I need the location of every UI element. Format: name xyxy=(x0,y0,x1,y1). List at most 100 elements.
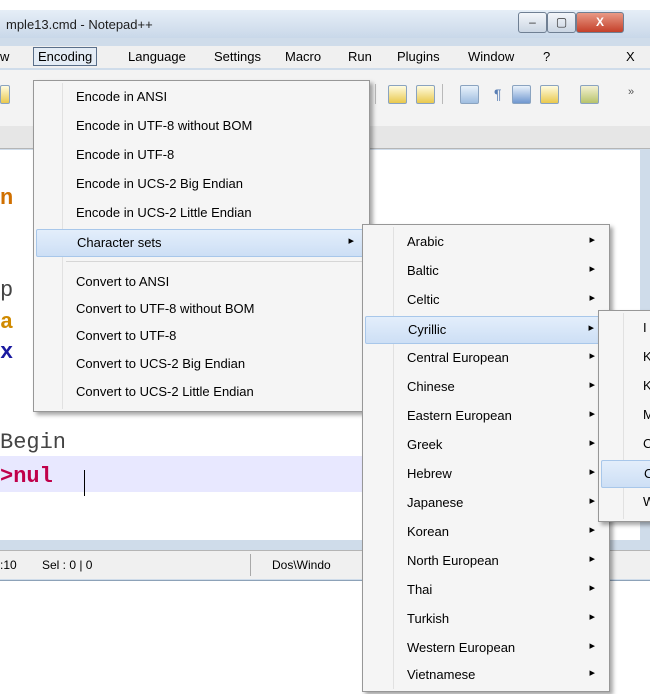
submenu-arrow-icon: ▸ xyxy=(589,437,595,449)
menu-item-charset[interactable]: Greek ▸ xyxy=(365,432,607,458)
menu-item-label: Eastern European xyxy=(407,408,512,423)
menu-item-charset[interactable]: North European ▸ xyxy=(365,548,607,574)
toolbar-separator xyxy=(442,84,443,104)
menu-separator xyxy=(66,261,365,262)
menu-item-encode-utf8[interactable]: Encode in UTF-8 xyxy=(36,142,367,168)
menu-item-encode-ucs2-le[interactable]: Encode in UCS-2 Little Endian xyxy=(36,200,367,226)
menu-item-charset[interactable]: Baltic ▸ xyxy=(365,258,607,284)
menu-item-charset[interactable]: Korean ▸ xyxy=(365,519,607,545)
status-position: :10 xyxy=(0,558,17,572)
menu-item-label: W xyxy=(643,494,650,509)
submenu-arrow-icon: ▸ xyxy=(589,495,595,507)
menu-item-charset[interactable]: Eastern European ▸ xyxy=(365,403,607,429)
menu-item-cyrillic-encoding[interactable]: W xyxy=(601,489,650,515)
menu-item-encode-ucs2-be[interactable]: Encode in UCS-2 Big Endian xyxy=(36,171,367,197)
character-sets-menu: Arabic ▸ Baltic ▸ Celtic ▸ Cyrillic ▸ Centra… xyxy=(362,224,610,692)
close-button[interactable]: X xyxy=(576,12,624,33)
menu-item-encode-utf8-no-bom[interactable]: Encode in UTF-8 without BOM xyxy=(36,113,367,139)
submenu-arrow-icon: ▸ xyxy=(589,667,595,679)
macro-play-icon[interactable] xyxy=(580,85,599,104)
menu-item-label: Arabic xyxy=(407,234,444,249)
menu-item-label: Chinese xyxy=(407,379,455,394)
menu-item-label: Convert to UTF-8 without BOM xyxy=(76,301,255,316)
zoom-in-icon[interactable] xyxy=(388,85,407,104)
editor-line: p xyxy=(0,278,14,303)
submenu-arrow-icon: ▸ xyxy=(589,263,595,275)
menu-item-charset[interactable]: Vietnamese ▸ xyxy=(365,662,607,688)
menu-item-charset[interactable]: Turkish ▸ xyxy=(365,606,607,632)
wrap-icon[interactable] xyxy=(460,85,479,104)
menu-item-label: Japanese xyxy=(407,495,464,510)
toolbar-new-icon[interactable] xyxy=(0,85,10,104)
menu-view[interactable]: w xyxy=(0,49,9,64)
menu-item-label: C xyxy=(643,436,650,451)
menu-item-label: Convert to UCS-2 Big Endian xyxy=(76,356,246,371)
menu-item-label: Convert to ANSI xyxy=(76,274,170,289)
menu-window[interactable]: Window xyxy=(468,49,514,64)
submenu-arrow-icon: ▸ xyxy=(589,640,595,652)
menu-item-label: Hebrew xyxy=(407,466,452,481)
menu-item-charset[interactable]: Hebrew ▸ xyxy=(365,461,607,487)
status-divider xyxy=(250,554,251,576)
menu-item-charset[interactable]: Japanese ▸ xyxy=(365,490,607,516)
show-all-chars-icon[interactable]: ¶ xyxy=(494,86,502,102)
minimize-button[interactable]: – xyxy=(518,12,547,33)
submenu-arrow-icon: ▸ xyxy=(589,234,595,246)
cyrillic-menu: I K K M C C W xyxy=(598,310,650,522)
menu-item-cyrillic-encoding[interactable]: C xyxy=(601,431,650,457)
menu-item-cyrillic-encoding[interactable]: K xyxy=(601,373,650,399)
submenu-arrow-icon: ▸ xyxy=(589,350,595,362)
menu-item-label: Central European xyxy=(407,350,509,365)
menu-item-charset[interactable]: Western European ▸ xyxy=(365,635,607,661)
menu-item-label: Turkish xyxy=(407,611,450,626)
menu-item-charset[interactable]: Central European ▸ xyxy=(365,345,607,371)
submenu-arrow-icon: ▸ xyxy=(588,322,594,334)
macro-record-icon[interactable] xyxy=(540,85,559,104)
menu-run[interactable]: Run xyxy=(348,49,372,64)
menu-item-cyrillic-encoding[interactable]: K xyxy=(601,344,650,370)
status-selection: Sel : 0 | 0 xyxy=(42,558,93,572)
editor-line: x xyxy=(0,340,14,365)
menu-item-encode-ansi[interactable]: Encode in ANSI xyxy=(36,84,367,110)
menu-encoding[interactable]: Encoding xyxy=(33,47,98,66)
menu-item-charset[interactable]: Thai ▸ xyxy=(365,577,607,603)
menu-item-label: Western European xyxy=(407,640,516,655)
menu-plugins[interactable]: Plugins xyxy=(397,49,440,64)
menu-item-label: Encode in UTF-8 without BOM xyxy=(76,118,253,133)
menu-help[interactable]: ? xyxy=(543,49,550,64)
menu-item-cyrillic-encoding[interactable]: M xyxy=(601,402,650,428)
menu-item-label: I xyxy=(643,320,647,335)
menu-item-charset[interactable]: Celtic ▸ xyxy=(365,287,607,313)
menu-item-charset-cyrillic[interactable]: Cyrillic ▸ xyxy=(365,316,607,344)
menu-settings[interactable]: Settings xyxy=(214,49,261,64)
editor-line: >nul xyxy=(0,464,53,489)
menu-item-convert-ucs2-be[interactable]: Convert to UCS-2 Big Endian xyxy=(36,351,367,377)
status-eol: Dos\Windo xyxy=(272,558,331,572)
menu-language[interactable]: Language xyxy=(128,49,186,64)
toolbar-overflow-icon[interactable]: » xyxy=(628,86,634,98)
menu-item-convert-ansi[interactable]: Convert to ANSI xyxy=(36,269,367,295)
menu-item-label: K xyxy=(643,378,650,393)
menu-bar: w Encoding Language Settings Macro Run P… xyxy=(0,46,650,68)
menu-item-cyrillic-encoding[interactable]: I xyxy=(601,315,650,341)
menu-item-label: Baltic xyxy=(407,263,439,278)
toolbar-separator xyxy=(375,84,376,104)
menu-item-convert-utf8-no-bom[interactable]: Convert to UTF-8 without BOM xyxy=(36,296,367,322)
indent-guide-icon[interactable] xyxy=(512,85,531,104)
menu-macro[interactable]: Macro xyxy=(285,49,321,64)
menu-item-cyrillic-encoding-selected[interactable]: C xyxy=(601,460,650,488)
close-document-button[interactable]: X xyxy=(626,49,635,64)
window-title: mple13.cmd - Notepad++ xyxy=(6,17,153,32)
menu-item-character-sets[interactable]: Character sets ▸ xyxy=(36,229,367,257)
menu-item-charset[interactable]: Arabic ▸ xyxy=(365,229,607,255)
submenu-arrow-icon: ▸ xyxy=(589,292,595,304)
zoom-out-icon[interactable] xyxy=(416,85,435,104)
maximize-button[interactable]: ▢ xyxy=(547,12,576,33)
menu-item-convert-utf8[interactable]: Convert to UTF-8 xyxy=(36,323,367,349)
submenu-arrow-icon: ▸ xyxy=(589,553,595,565)
menu-item-convert-ucs2-le[interactable]: Convert to UCS-2 Little Endian xyxy=(36,379,367,405)
menu-item-charset[interactable]: Chinese ▸ xyxy=(365,374,607,400)
title-bar[interactable]: mple13.cmd - Notepad++ – ▢ X xyxy=(0,10,650,38)
editor-line: Begin xyxy=(0,430,67,455)
submenu-arrow-icon: ▸ xyxy=(589,466,595,478)
